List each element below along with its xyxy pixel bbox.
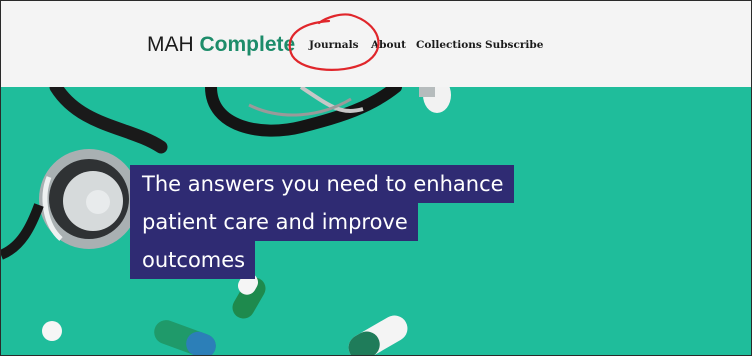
- logo-prefix: MAH: [147, 33, 194, 56]
- page-frame: MAH Complete Journals About Collections …: [0, 0, 752, 356]
- headline-line: outcomes: [130, 241, 256, 279]
- nav-item-collections[interactable]: Collections: [416, 39, 482, 51]
- pill-tablet: [42, 321, 62, 341]
- headline-line: patient care and improve: [130, 203, 418, 241]
- site-header: MAH Complete Journals About Collections …: [1, 1, 751, 87]
- site-logo[interactable]: MAH Complete: [147, 33, 295, 57]
- nav-item-journals[interactable]: Journals: [309, 39, 358, 51]
- headline-line: The answers you need to enhance: [130, 165, 514, 203]
- pill-capsule: [154, 320, 216, 355]
- pill-capsule: [348, 315, 408, 355]
- logo-accent: Complete: [199, 33, 296, 56]
- hero-headline: The answers you need to enhance patient …: [130, 165, 514, 279]
- hero-banner: The answers you need to enhance patient …: [1, 87, 751, 355]
- nav-item-subscribe[interactable]: Subscribe: [485, 39, 543, 51]
- nav-item-about[interactable]: About: [371, 39, 406, 51]
